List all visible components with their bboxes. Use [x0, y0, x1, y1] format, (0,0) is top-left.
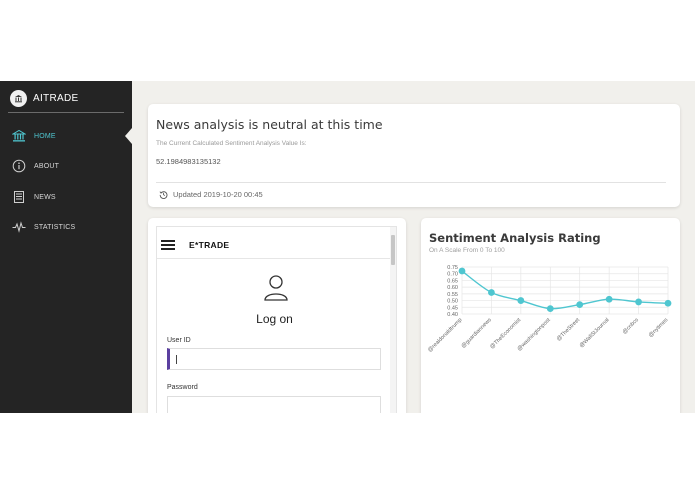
y-tick-label: 0.50 [447, 299, 458, 305]
sidebar-item-label: HOME [34, 132, 56, 140]
brand-name: AITRADE [33, 92, 79, 104]
x-tick-label: @washingtonpost [516, 317, 552, 353]
etrade-login-card: E*TRADE Log on User ID Password [148, 218, 406, 413]
active-indicator [125, 128, 132, 144]
y-tick-label: 0.60 [447, 285, 458, 291]
x-tick-label: @TheStreet [556, 317, 582, 343]
history-icon [159, 191, 168, 199]
x-tick-label: @nytimes [648, 317, 670, 339]
data-point [517, 297, 525, 304]
data-point [576, 301, 584, 308]
x-tick-label: @WallStJournal [579, 317, 611, 349]
chart-subtitle: On A Scale From 0 To 100 [429, 247, 505, 254]
sidebar-item-news[interactable]: NEWS [12, 189, 122, 205]
frame-divider [157, 258, 396, 259]
x-tick-label: @TheEconomist [489, 317, 522, 350]
app-window: AITRADE HOME ABOUT NEWS STATISTICS News … [0, 81, 695, 413]
y-tick-label: 0.70 [447, 272, 458, 278]
sidebar: AITRADE HOME ABOUT NEWS STATISTICS [0, 81, 132, 413]
data-point [458, 267, 466, 275]
y-tick-label: 0.65 [447, 278, 458, 284]
data-point [605, 295, 613, 303]
sidebar-item-label: NEWS [34, 193, 56, 201]
sentiment-line-chart: 0.400.450.500.550.600.650.700.75 @realdon… [427, 265, 672, 353]
sidebar-item-statistics[interactable]: STATISTICS [12, 219, 122, 235]
user-id-field[interactable] [167, 348, 381, 370]
etrade-logo: E*TRADE [189, 240, 230, 250]
menu-icon[interactable] [161, 240, 175, 250]
info-icon [12, 159, 26, 173]
pulse-icon [12, 221, 26, 233]
x-tick-label: @cnbcs [622, 317, 641, 336]
login-title: Log on [256, 312, 293, 326]
sentiment-value: 52.1984983135132 [156, 157, 221, 166]
y-tick-label: 0.75 [447, 265, 458, 271]
password-label: Password [167, 384, 198, 391]
sidebar-item-home[interactable]: HOME [12, 128, 122, 144]
user-id-label: User ID [167, 337, 191, 344]
news-divider [156, 182, 666, 183]
news-card: News analysis is neutral at this time Th… [148, 104, 680, 207]
data-point [664, 299, 672, 307]
user-icon [264, 275, 288, 301]
data-point [488, 289, 495, 296]
brand-logo [10, 89, 27, 107]
y-tick-label: 0.45 [447, 305, 458, 311]
data-point [635, 298, 642, 306]
brand[interactable]: AITRADE [10, 88, 78, 108]
scrollbar-thumb[interactable] [391, 235, 395, 265]
sidebar-item-about[interactable]: ABOUT [12, 158, 122, 174]
news-subtitle: The Current Calculated Sentiment Analysi… [156, 140, 307, 147]
data-point [546, 305, 554, 313]
sidebar-divider [8, 112, 124, 113]
text-caret [176, 355, 177, 364]
news-updated: Updated 2019-10-20 00:45 [159, 190, 263, 199]
x-tick-label: @guardiannews [460, 317, 493, 350]
password-field[interactable] [167, 396, 381, 413]
frame-scrollbar[interactable] [390, 227, 396, 413]
news-status-title: News analysis is neutral at this time [156, 117, 383, 132]
x-tick-label: @realdonaldtrump [427, 317, 463, 353]
newspaper-icon [14, 191, 24, 203]
updated-text: Updated 2019-10-20 00:45 [173, 190, 263, 199]
sentiment-chart-card: Sentiment Analysis Rating On A Scale Fro… [421, 218, 680, 413]
sidebar-item-label: ABOUT [34, 162, 60, 170]
chart-title: Sentiment Analysis Rating [429, 231, 601, 245]
y-tick-label: 0.55 [447, 292, 458, 298]
sidebar-item-label: STATISTICS [34, 223, 76, 231]
embedded-login-frame: E*TRADE Log on User ID Password [156, 226, 397, 413]
y-tick-label: 0.40 [447, 312, 458, 318]
bank-icon [12, 129, 26, 142]
